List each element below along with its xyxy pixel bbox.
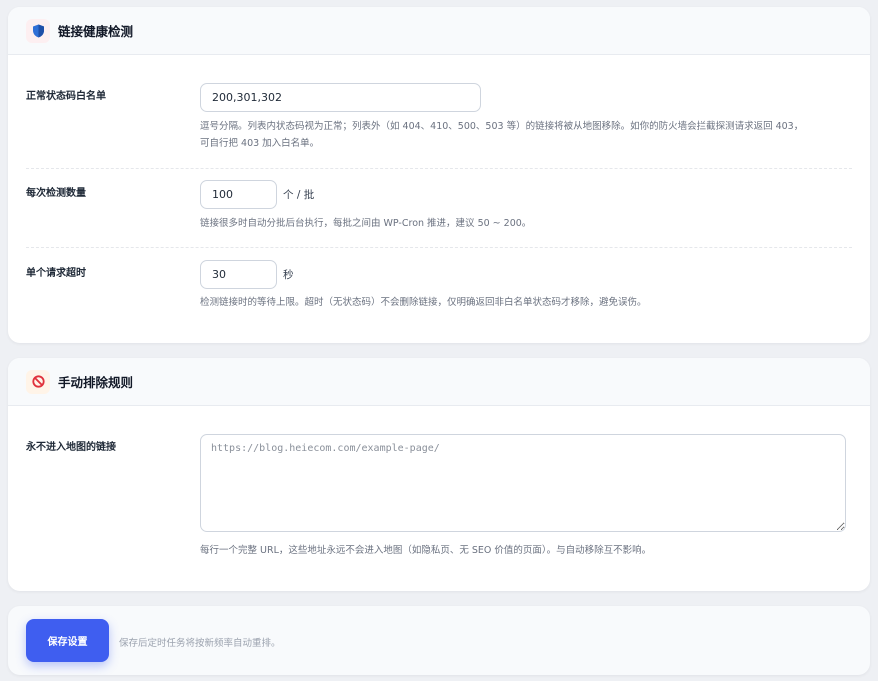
batch-unit: 个 / 批 — [283, 189, 315, 201]
exclude-links-label: 永不进入地图的链接 — [26, 442, 116, 453]
timeout-label: 单个请求超时 — [26, 268, 86, 279]
batch-label: 每次检测数量 — [26, 188, 86, 199]
section-title: 链接健康检测 — [58, 24, 134, 39]
divider — [26, 168, 852, 169]
exclude-rules-card: 手动排除规则 永不进入地图的链接 每行一个完整 URL，这些地址永远不会进入地图… — [8, 358, 870, 591]
batch-field-wrap: 个 / 批 — [200, 180, 314, 209]
timeout-field-wrap: 秒 — [200, 260, 294, 289]
no-entry-icon — [26, 369, 50, 394]
batch-size-input[interactable] — [200, 180, 277, 209]
status-whitelist-input[interactable] — [200, 83, 481, 112]
exclude-help: 每行一个完整 URL，这些地址永远不会进入地图（如隐私页、无 SEO 价值的页面… — [200, 545, 652, 556]
whitelist-help: 逗号分隔。列表内状态码视为正常；列表外（如 404、410、500、503 等）… — [200, 118, 803, 152]
whitelist-help-line2: 可自行把 403 加入白名单。 — [200, 138, 320, 149]
whitelist-label: 正常状态码白名单 — [26, 91, 106, 102]
save-note: 保存后定时任务将按新频率自动重排。 — [119, 638, 281, 649]
batch-help: 链接很多时自动分批后台执行，每批之间由 WP-Cron 推进，建议 50 ~ 2… — [200, 218, 532, 229]
timeout-unit: 秒 — [283, 269, 294, 281]
whitelist-field-wrap — [200, 83, 481, 112]
exclude-field-wrap — [200, 434, 846, 536]
timeout-help: 检测链接时的等待上限。超时（无状态码）不会删除链接，仅明确返回非白名单状态码才移… — [200, 297, 647, 308]
shield-icon — [26, 18, 50, 43]
save-button[interactable]: 保存设置 — [26, 619, 109, 662]
link-health-card: 链接健康检测 正常状态码白名单 逗号分隔。列表内状态码视为正常；列表外（如 40… — [8, 7, 870, 343]
divider — [26, 247, 852, 248]
section-title: 手动排除规则 — [58, 375, 134, 390]
link-health-header: 链接健康检测 — [8, 7, 870, 55]
timeout-input[interactable] — [200, 260, 277, 289]
exclude-rules-header: 手动排除规则 — [8, 358, 870, 406]
exclude-urls-textarea[interactable] — [200, 434, 846, 532]
save-bar: 保存设置 保存后定时任务将按新频率自动重排。 — [8, 606, 870, 675]
whitelist-help-line1: 逗号分隔。列表内状态码视为正常；列表外（如 404、410、500、503 等）… — [200, 121, 804, 132]
